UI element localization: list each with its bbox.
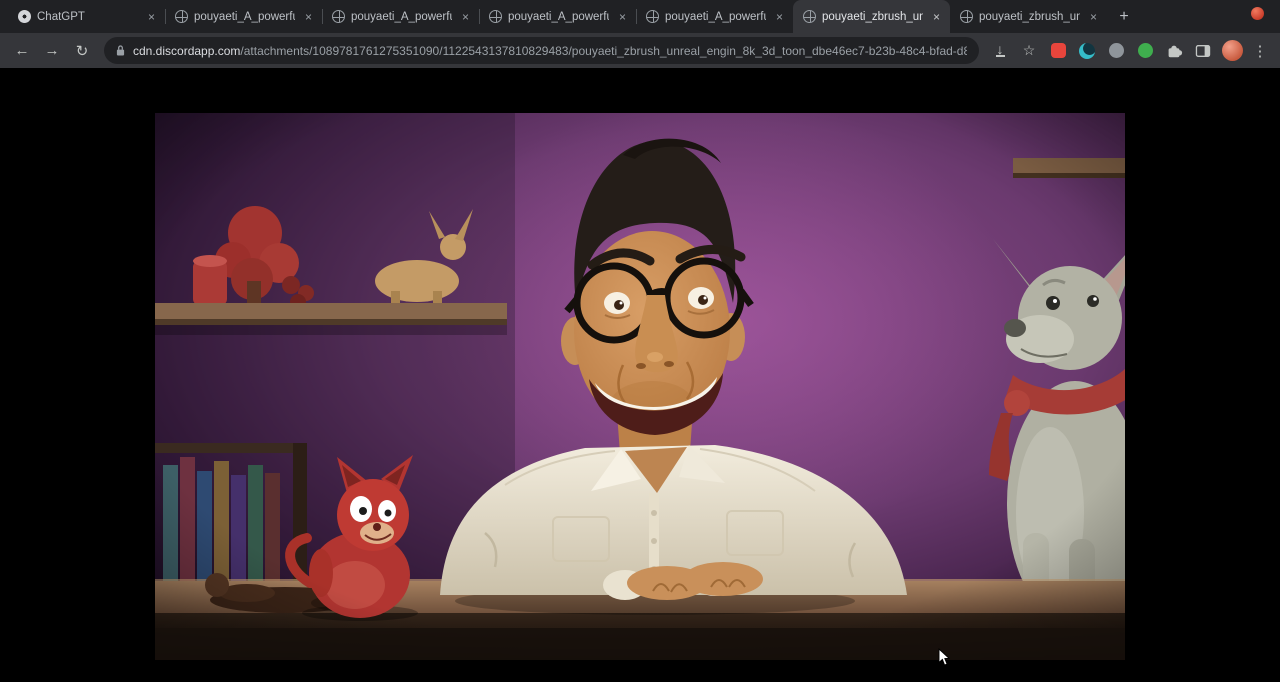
globe-favicon-icon [803, 10, 816, 23]
url-text: cdn.discordapp.com/attachments/108978176… [133, 44, 967, 58]
reload-button[interactable]: ↻ [68, 37, 96, 65]
browser-window: ChatGPT × pouyaeti_A_powerful_modern × p… [0, 0, 1280, 682]
lock-icon[interactable] [116, 44, 125, 57]
forward-button[interactable]: → [38, 37, 66, 65]
new-tab-button[interactable]: + [1111, 4, 1137, 30]
extensions-puzzle-icon[interactable] [1161, 38, 1187, 64]
extension-red-glyph [1051, 43, 1066, 58]
tab-strip: ChatGPT × pouyaeti_A_powerful_modern × p… [0, 0, 1280, 33]
browser-toolbar: ← → ↻ cdn.discordapp.com/attachments/108… [0, 33, 1280, 68]
download-arrow: ↓ [997, 44, 1004, 54]
tab-pouyaeti-1[interactable]: pouyaeti_A_powerful_modern × [165, 0, 322, 33]
side-panel-glyph [1194, 42, 1212, 60]
tab-close-icon[interactable]: × [1086, 9, 1101, 24]
globe-favicon-icon [175, 10, 188, 23]
download-icon[interactable]: ↓ [987, 38, 1013, 64]
tab-close-icon[interactable]: × [458, 9, 473, 24]
extension-icon-red[interactable] [1045, 38, 1071, 64]
side-panel-icon[interactable] [1190, 38, 1216, 64]
extension-icon-green[interactable] [1132, 38, 1158, 64]
profile-avatar[interactable] [1219, 38, 1245, 64]
avatar-image [1222, 40, 1243, 61]
chatgpt-favicon-icon [18, 10, 31, 23]
browser-menu-icon[interactable]: ⋮ [1248, 38, 1272, 64]
page-content [0, 68, 1280, 682]
attachment-image [155, 113, 1125, 660]
tab-pouyaeti-2[interactable]: pouyaeti_A_powerful_modern × [322, 0, 479, 33]
tab-pouyaeti-4[interactable]: pouyaeti_A_powerful_modern × [636, 0, 793, 33]
tab-chatgpt[interactable]: ChatGPT × [8, 0, 165, 33]
url-domain: cdn.discordapp.com [133, 44, 240, 58]
extension-icon-gray[interactable] [1103, 38, 1129, 64]
back-button[interactable]: ← [8, 37, 36, 65]
image-scene [155, 113, 1125, 660]
tab-title: ChatGPT [37, 11, 138, 23]
tab-pouyaeti-zbrush-active[interactable]: pouyaeti_zbrush_unreal_engin × [793, 0, 950, 33]
tab-title: pouyaeti_A_powerful_modern [665, 11, 766, 23]
tab-pouyaeti-zbrush-2[interactable]: pouyaeti_zbrush_unreal_engi × [950, 0, 1107, 33]
moon-icon [1079, 43, 1095, 59]
extension-green-glyph [1138, 43, 1153, 58]
mouse-cursor [938, 648, 950, 666]
tab-title: pouyaeti_A_powerful_modern [194, 11, 295, 23]
tab-title: pouyaeti_zbrush_unreal_engi [979, 11, 1080, 23]
globe-favicon-icon [332, 10, 345, 23]
globe-favicon-icon [646, 10, 659, 23]
extension-gray-glyph [1109, 43, 1124, 58]
tab-close-icon[interactable]: × [615, 9, 630, 24]
tab-pouyaeti-3[interactable]: pouyaeti_A_powerful_modern × [479, 0, 636, 33]
extension-icon-dark-mode[interactable] [1074, 38, 1100, 64]
tab-title: pouyaeti_A_powerful_modern [351, 11, 452, 23]
tab-close-icon[interactable]: × [772, 9, 787, 24]
bookmark-star-icon[interactable]: ☆ [1016, 38, 1042, 64]
puzzle-glyph [1165, 42, 1183, 60]
globe-favicon-icon [960, 10, 973, 23]
tab-title: pouyaeti_zbrush_unreal_engin [822, 11, 923, 23]
toolbar-actions: ↓ ☆ ⋮ [987, 38, 1272, 64]
tab-close-icon[interactable]: × [929, 9, 944, 24]
tab-title: pouyaeti_A_powerful_modern [508, 11, 609, 23]
tab-close-icon[interactable]: × [144, 9, 159, 24]
tab-close-icon[interactable]: × [301, 9, 316, 24]
address-bar[interactable]: cdn.discordapp.com/attachments/108978176… [104, 37, 979, 64]
globe-favicon-icon [489, 10, 502, 23]
recording-indicator-icon [1251, 7, 1264, 20]
download-bar [996, 55, 1005, 57]
url-path: /attachments/1089781761275351090/1122543… [240, 44, 967, 58]
